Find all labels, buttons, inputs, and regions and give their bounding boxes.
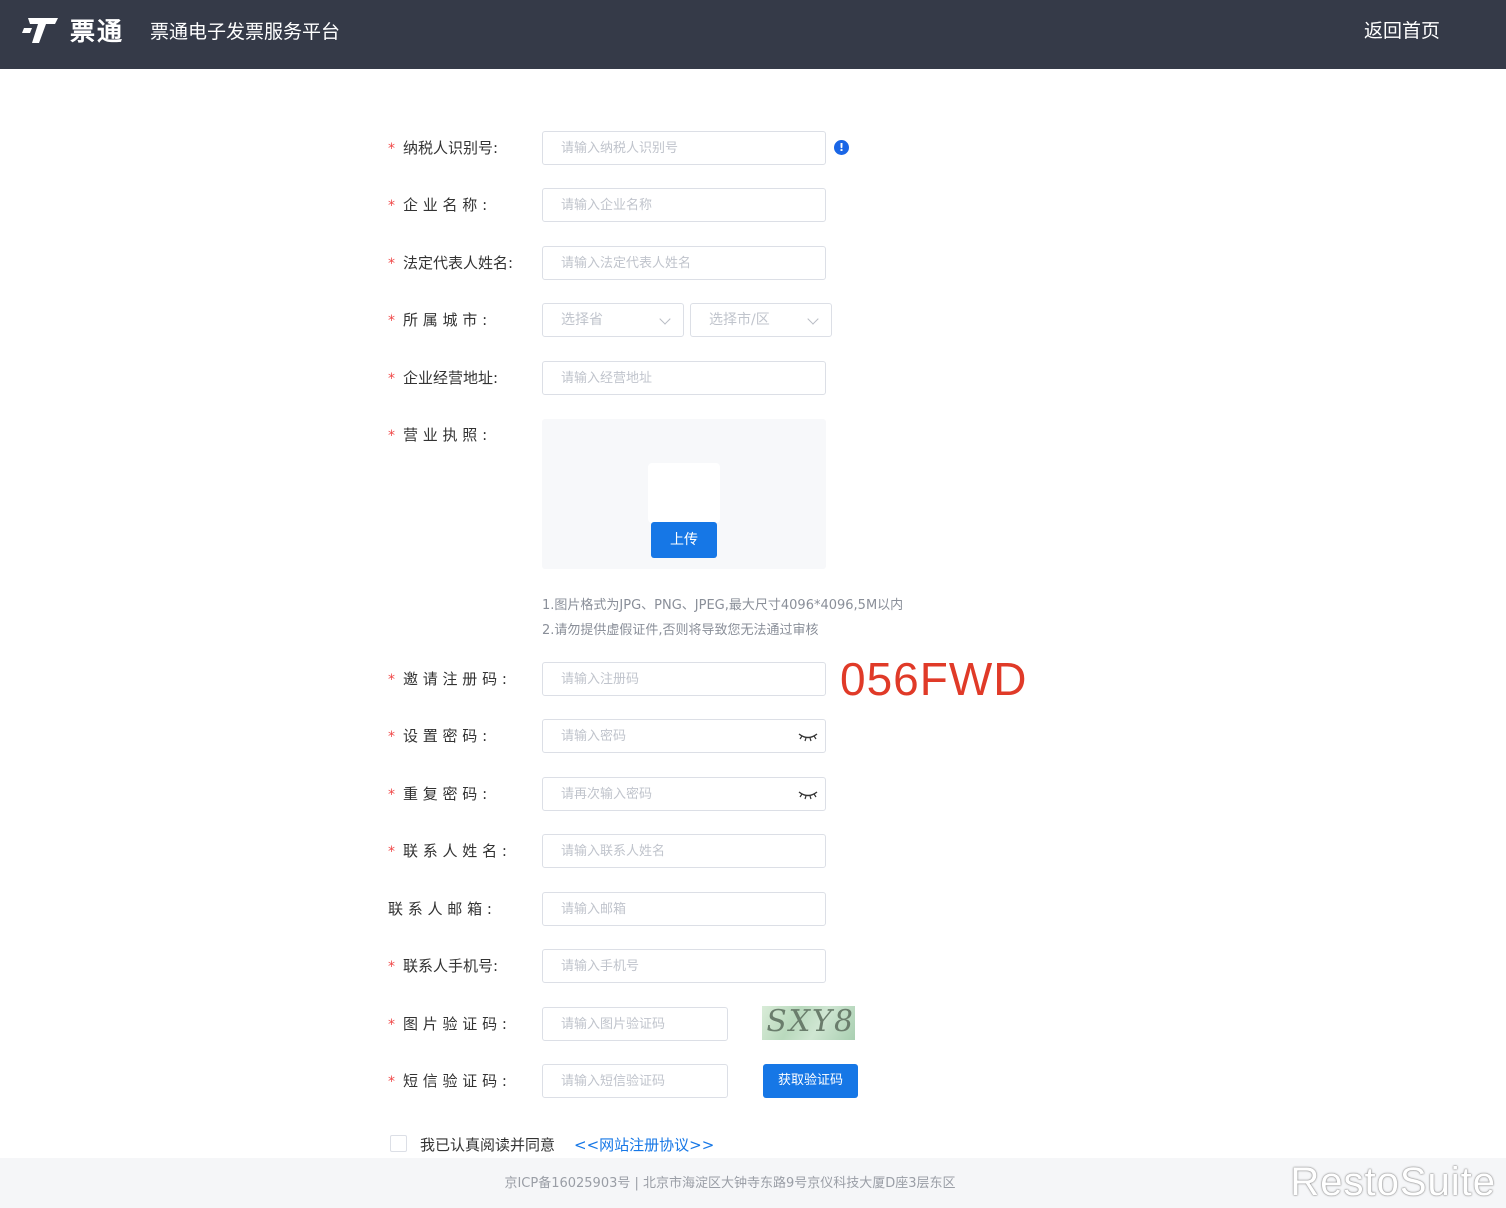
chevron-down-icon xyxy=(807,313,819,325)
city-select-value: 选择市/区 xyxy=(709,312,770,328)
agreement-checkbox[interactable] xyxy=(390,1135,407,1152)
contact-name-input[interactable] xyxy=(542,834,826,868)
province-select-value: 选择省 xyxy=(561,312,603,328)
invite-code-annotation: 056FWD xyxy=(840,653,1028,705)
agreement-link[interactable]: <<网站注册协议>> xyxy=(574,1134,714,1155)
legal-rep-input[interactable] xyxy=(542,246,826,280)
back-home-link[interactable]: 返回首页 xyxy=(1364,16,1440,43)
upload-note-2: 2.请勿提供虚假证件,否则将导致您无法通过审核 xyxy=(542,623,819,638)
contact-phone-input[interactable] xyxy=(542,949,826,983)
password-repeat-input[interactable] xyxy=(542,777,826,811)
address-input[interactable] xyxy=(542,361,826,395)
info-icon[interactable]: ! xyxy=(834,140,849,155)
field-label: * 重 复 密 码 : xyxy=(388,785,488,803)
field-label: * 联 系 人 姓 名 : xyxy=(388,842,507,860)
required-marker: * xyxy=(388,313,395,329)
required-marker: * xyxy=(388,371,395,387)
field-label: * 法定代表人姓名: xyxy=(388,254,514,272)
captcha-image[interactable]: SXY8 xyxy=(762,1006,855,1040)
watermark: RestoSuite xyxy=(1290,1160,1496,1204)
city-select[interactable]: 选择市/区 xyxy=(690,303,832,337)
field-label: * 企 业 名 称 : xyxy=(388,196,488,214)
platform-title: 票通电子发票服务平台 xyxy=(150,21,341,43)
sms-code-input[interactable] xyxy=(542,1064,728,1098)
eye-closed-icon[interactable] xyxy=(798,790,818,800)
field-label: * 图 片 验 证 码 : xyxy=(388,1015,507,1033)
field-label: * 联系人手机号: xyxy=(388,957,499,975)
required-marker: * xyxy=(388,428,395,444)
field-label: * 营 业 执 照 : xyxy=(388,426,488,444)
field-label: * 所 属 城 市 : xyxy=(388,311,488,329)
taxpayer-id-input[interactable] xyxy=(542,131,826,165)
required-marker: * xyxy=(388,729,395,745)
field-label: * 设 置 密 码 : xyxy=(388,727,488,745)
company-name-input[interactable] xyxy=(542,188,826,222)
required-marker: * xyxy=(388,959,395,975)
password-input[interactable] xyxy=(542,719,826,753)
page-footer: 京ICP备16025903号 | 北京市海淀区大钟寺东路9号京仪科技大厦D座3层… xyxy=(0,1158,1506,1208)
invite-code-input[interactable] xyxy=(542,662,826,696)
field-label: * 企业经营地址: xyxy=(388,369,499,387)
top-header: 票通 票通电子发票服务平台 返回首页 xyxy=(0,0,1506,69)
required-marker: * xyxy=(388,1017,395,1033)
required-marker: * xyxy=(388,844,395,860)
chevron-down-icon xyxy=(659,313,671,325)
get-sms-code-button[interactable]: 获取验证码 xyxy=(763,1064,858,1098)
field-label: 联 系 人 邮 箱 : xyxy=(388,900,492,918)
contact-email-input[interactable] xyxy=(542,892,826,926)
province-select[interactable]: 选择省 xyxy=(542,303,684,337)
agreement-text: 我已认真阅读并同意 xyxy=(420,1136,556,1154)
field-label: * 纳税人识别号: xyxy=(388,139,499,157)
eye-closed-icon[interactable] xyxy=(798,732,818,742)
piaotong-logo-icon xyxy=(22,18,58,43)
required-marker: * xyxy=(388,256,395,272)
required-marker: * xyxy=(388,787,395,803)
footer-icp-text: 京ICP备16025903号 | 北京市海淀区大钟寺东路9号京仪科技大厦D座3层… xyxy=(504,1176,956,1191)
required-marker: * xyxy=(388,672,395,688)
brand-name: 票通 xyxy=(70,17,125,46)
image-captcha-input[interactable] xyxy=(542,1007,728,1041)
required-marker: * xyxy=(388,1074,395,1090)
field-label: * 短 信 验 证 码 : xyxy=(388,1072,507,1090)
captcha-text: SXY8 xyxy=(762,1006,855,1039)
required-marker: * xyxy=(388,198,395,214)
image-placeholder-icon xyxy=(648,463,720,523)
field-label: * 邀 请 注 册 码 : xyxy=(388,670,507,688)
required-marker: * xyxy=(388,141,395,157)
upload-button[interactable]: 上传 xyxy=(651,522,717,558)
upload-note-1: 1.图片格式为JPG、PNG、JPEG,最大尺寸4096*4096,5M以内 xyxy=(542,598,904,613)
